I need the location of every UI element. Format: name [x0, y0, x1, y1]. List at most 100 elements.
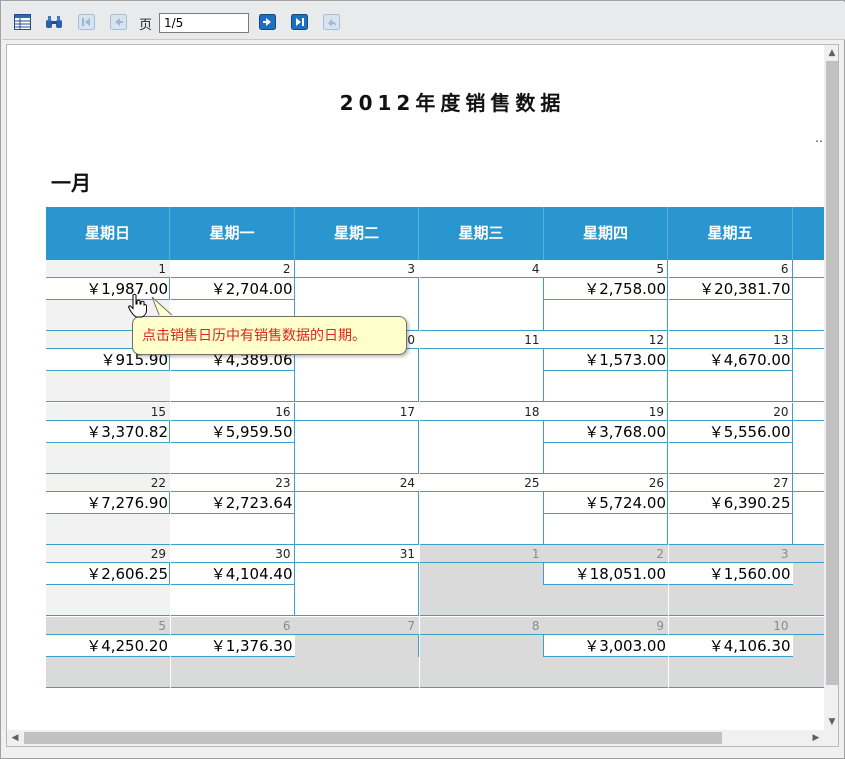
- sales-amount-link[interactable]: ￥3,003.00: [544, 634, 668, 657]
- sales-amount-link[interactable]: ￥2,723.64: [170, 492, 295, 514]
- calendar-day-cell[interactable]: 30 ￥4,104.40: [170, 545, 295, 617]
- first-page-icon[interactable]: [77, 13, 95, 31]
- calendar-day-cell: 25: [419, 473, 544, 545]
- day-number: 24: [295, 473, 419, 492]
- sales-amount-link[interactable]: ￥5,959.50: [170, 421, 295, 443]
- calendar-day-cell[interactable]: 19 ￥3,768.00: [544, 402, 668, 474]
- calendar-day-cell[interactable]: 20 ￥5,556.00: [668, 402, 793, 474]
- calendar-day-cell: 4: [793, 545, 824, 617]
- sales-amount-link[interactable]: ￥5,556.00: [668, 421, 793, 443]
- binoculars-icon[interactable]: [45, 13, 63, 31]
- calendar-day-cell[interactable]: 5 ￥4,250.20: [46, 616, 170, 688]
- calendar-day-cell[interactable]: 22 ￥7,276.90: [46, 473, 170, 545]
- day-number: 1: [46, 260, 170, 278]
- sales-amount-link[interactable]: ￥1,376.30: [170, 634, 295, 657]
- sales-amount-link[interactable]: ￥3,768.00: [544, 421, 668, 443]
- day-number: 2: [544, 545, 668, 564]
- cell-blank-area: [544, 656, 668, 687]
- table-icon[interactable]: [13, 13, 31, 31]
- day-number: 16: [170, 403, 295, 421]
- prev-page-icon[interactable]: [109, 13, 127, 31]
- calendar-day-cell[interactable]: 29 ￥2,606.25: [46, 545, 170, 617]
- horizontal-scroll-thumb[interactable]: [24, 732, 722, 744]
- sales-amount-link[interactable]: ￥4,106.30: [668, 634, 793, 657]
- cell-blank-area: [420, 443, 544, 473]
- scroll-down-icon[interactable]: ▼: [824, 714, 838, 730]
- vertical-scroll-thumb[interactable]: [826, 61, 838, 685]
- calendar-day-cell[interactable]: 6 ￥20,381.70: [668, 260, 793, 331]
- sales-calendar: 星期日星期一星期二星期三星期四星期五星期六 1￥1,987.002￥2,704.…: [46, 207, 824, 688]
- day-number: 19: [544, 403, 668, 421]
- sales-amount-link[interactable]: ￥7,276.90: [46, 492, 170, 514]
- cell-blank-area: [420, 514, 544, 544]
- cell-blank-area: [544, 585, 668, 616]
- sales-amount-link[interactable]: ￥6,390.25: [668, 492, 793, 514]
- sales-amount-link[interactable]: ￥18,051.00: [544, 563, 668, 586]
- vertical-scrollbar[interactable]: ▲ ▼: [824, 45, 838, 730]
- cell-blank-area: [46, 585, 170, 616]
- page-input[interactable]: [159, 13, 249, 33]
- scroll-right-icon[interactable]: ▶: [808, 730, 824, 746]
- cell-blank-area: [420, 300, 544, 330]
- calendar-day-cell: 11: [419, 331, 544, 403]
- weekday-header: 星期四: [544, 207, 668, 260]
- last-page-icon[interactable]: [290, 13, 308, 31]
- day-number: 25: [419, 473, 544, 492]
- back-icon[interactable]: [322, 13, 340, 31]
- cell-blank-area: [669, 300, 793, 330]
- day-number: 4: [419, 260, 544, 278]
- cell-blank-area: [544, 300, 668, 330]
- day-number: 1: [419, 545, 544, 564]
- weekday-header: 星期日: [46, 207, 170, 260]
- day-number: 3: [295, 260, 419, 278]
- calendar-day-cell: 1: [419, 545, 544, 617]
- scroll-up-icon[interactable]: ▲: [824, 45, 838, 61]
- calendar-day-cell[interactable]: 6 ￥1,376.30: [170, 616, 295, 688]
- calendar-day-cell[interactable]: 10 ￥4,106.30: [668, 616, 793, 688]
- sales-amount-link[interactable]: ￥2,704.00: [170, 278, 295, 300]
- calendar-day-cell[interactable]: 27 ￥6,390.25: [668, 473, 793, 545]
- sales-amount-link[interactable]: ￥1,560.00: [668, 563, 793, 586]
- day-number: 31: [295, 545, 419, 564]
- report-viewport[interactable]: 2012年度销售数据 … 一月 星期日星期一星期二星期三星期四星期五星期六 1￥…: [6, 44, 839, 747]
- cell-blank-area: [295, 371, 419, 401]
- horizontal-scrollbar[interactable]: ◀ ▶: [7, 730, 838, 746]
- cell-blank-area: [668, 656, 793, 687]
- cell-blank-area: [171, 514, 295, 544]
- cell-blank-area: [668, 585, 793, 616]
- scroll-left-icon[interactable]: ◀: [7, 730, 23, 746]
- cell-blank-area: [544, 371, 668, 401]
- sales-amount-link[interactable]: ￥4,104.40: [170, 563, 295, 586]
- calendar-day-cell[interactable]: 2 ￥18,051.00: [544, 545, 668, 617]
- calendar-day-cell[interactable]: 5 ￥2,758.00: [544, 260, 668, 331]
- weekday-header: 星期三: [420, 207, 544, 260]
- calendar-day-cell[interactable]: 13 ￥4,670.00: [668, 331, 793, 403]
- calendar-day-cell[interactable]: 15 ￥3,370.82: [46, 402, 170, 474]
- day-number: 23: [170, 474, 295, 492]
- day-number: 4: [793, 545, 824, 564]
- calendar-day-cell[interactable]: 23 ￥2,723.64: [170, 473, 295, 545]
- sales-amount-link[interactable]: ￥3,370.82: [46, 421, 170, 443]
- sales-amount-link[interactable]: ￥2,606.25: [46, 563, 170, 586]
- day-number: 5: [46, 616, 170, 635]
- calendar-day-cell[interactable]: 12 ￥1,573.00: [544, 331, 668, 403]
- cell-blank-area: [46, 442, 170, 473]
- sales-amount-link[interactable]: ￥20,381.70: [668, 278, 793, 300]
- calendar-day-cell: 17: [295, 402, 419, 474]
- cell-blank-area: [793, 656, 824, 687]
- calendar-day-cell[interactable]: 26 ￥5,724.00: [544, 473, 668, 545]
- day-number: 14: [793, 331, 824, 350]
- sales-amount-link[interactable]: ￥4,250.20: [46, 634, 170, 657]
- calendar-day-cell[interactable]: 16 ￥5,959.50: [170, 402, 295, 474]
- sales-amount-link[interactable]: ￥5,724.00: [544, 492, 668, 514]
- sales-amount-link[interactable]: ￥4,670.00: [668, 349, 793, 372]
- day-number: 26: [544, 474, 668, 492]
- sales-amount-link[interactable]: ￥2,758.00: [544, 278, 668, 300]
- next-page-icon[interactable]: [258, 13, 276, 31]
- weekday-header: 星期六: [793, 207, 824, 260]
- calendar-day-cell[interactable]: 3 ￥1,560.00: [668, 545, 793, 617]
- calendar-day-cell[interactable]: 9 ￥3,003.00: [544, 616, 668, 688]
- calendar-day-cell: 24: [295, 473, 419, 545]
- day-number: 17: [295, 402, 419, 421]
- sales-amount-link[interactable]: ￥1,573.00: [544, 349, 668, 372]
